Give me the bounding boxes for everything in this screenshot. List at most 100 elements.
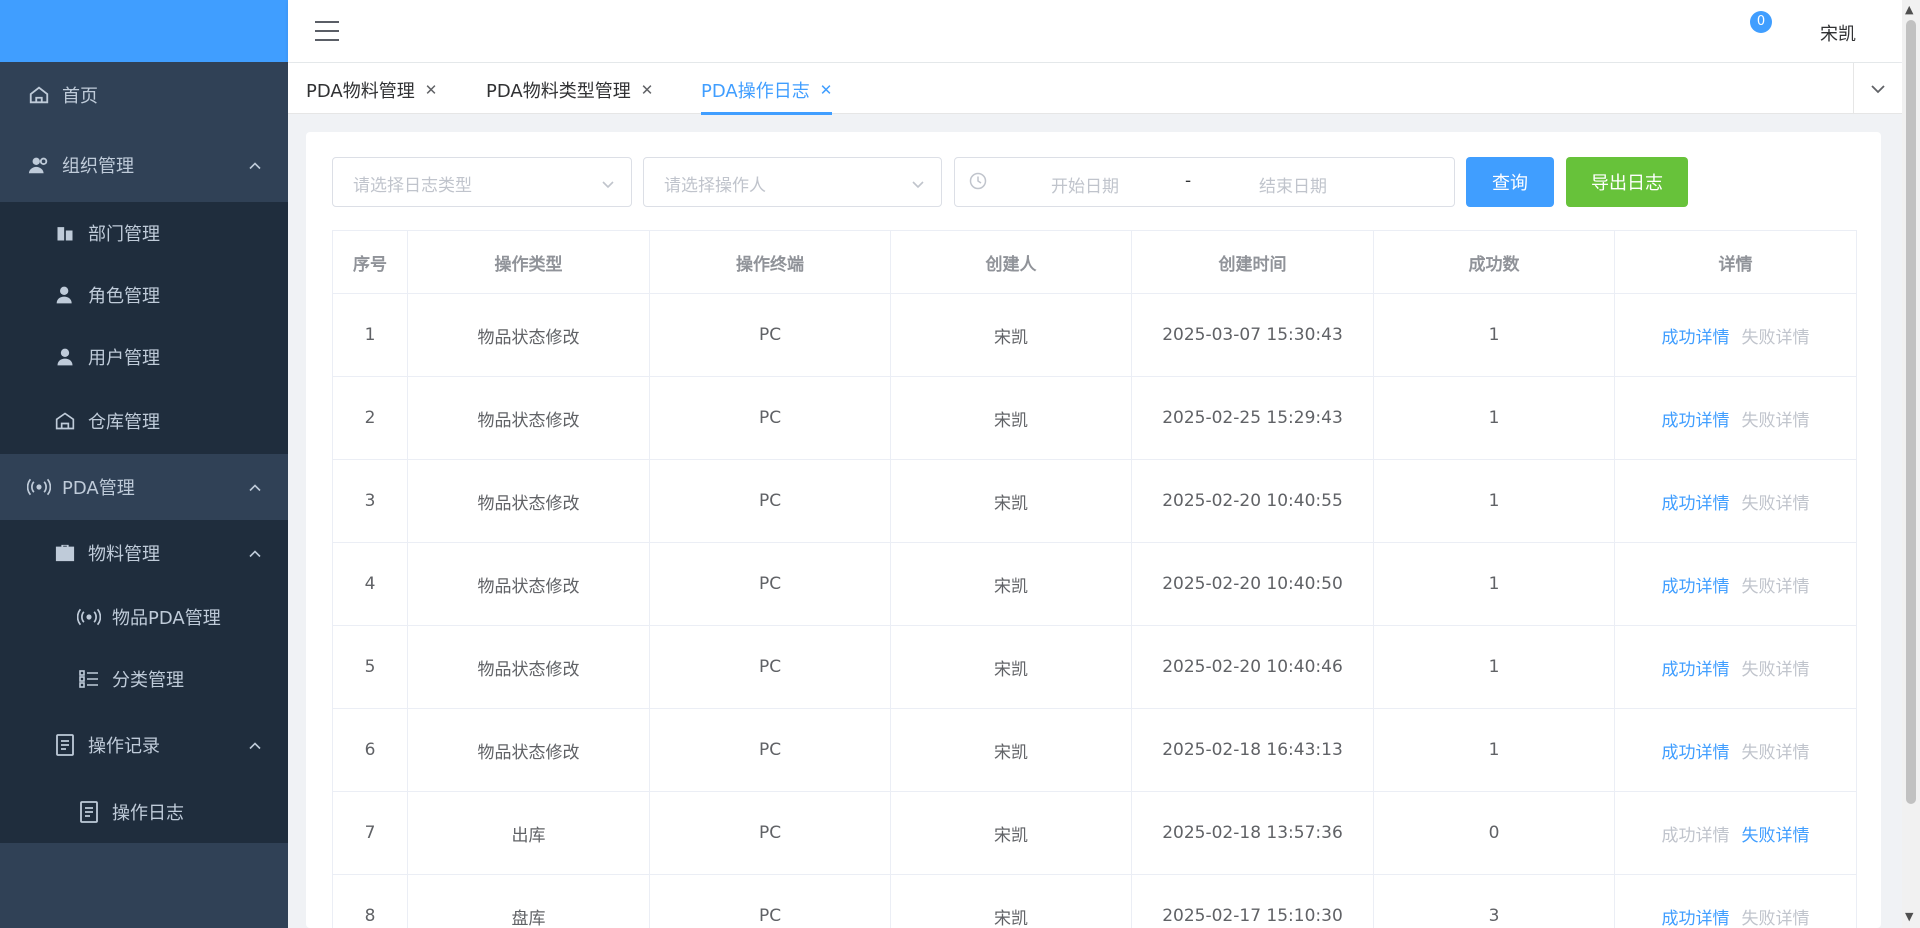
row-success-count: 1 bbox=[1373, 542, 1615, 626]
export-log-button[interactable]: 导出日志 bbox=[1566, 157, 1688, 207]
end-date-input[interactable]: 结束日期 bbox=[1259, 172, 1327, 197]
fail-detail-link: 失败详情 bbox=[1741, 659, 1810, 680]
column-header: 操作终端 bbox=[649, 230, 891, 294]
building-icon bbox=[52, 220, 78, 246]
success-detail-link[interactable]: 成功详情 bbox=[1662, 494, 1730, 514]
row-time: 2025-03-07 15:30:43 bbox=[1131, 293, 1374, 377]
close-icon[interactable]: ✕ bbox=[820, 81, 833, 99]
document-icon bbox=[76, 799, 102, 825]
operator-placeholder: 请选择操作人 bbox=[664, 176, 766, 196]
row-no: 7 bbox=[332, 791, 408, 875]
query-button[interactable]: 查询 bbox=[1466, 157, 1554, 207]
scroll-down-arrow-icon[interactable]: ▼ bbox=[1905, 910, 1913, 923]
row-terminal: PC bbox=[649, 625, 891, 709]
success-detail-link[interactable]: 成功详情 bbox=[1662, 328, 1730, 348]
sidebar-item-home[interactable]: 首页 bbox=[0, 62, 288, 128]
sidebar-item-operation-log[interactable]: 操作日志 bbox=[0, 780, 288, 843]
sidebar-item-item-pda[interactable]: 物品PDA管理 bbox=[0, 586, 288, 648]
sidebar-item-pda[interactable]: PDA管理 bbox=[0, 454, 288, 520]
row-type: 物品状态修改 bbox=[407, 708, 650, 792]
briefcase-icon bbox=[52, 540, 78, 566]
users-icon bbox=[26, 152, 52, 178]
top-navbar: 0 宋凯 bbox=[288, 0, 1902, 62]
operator-select[interactable]: 请选择操作人 bbox=[643, 157, 942, 207]
table-row: 4 物品状态修改 PC 宋凯 2025-02-20 10:40:50 1 成功详… bbox=[332, 542, 1857, 626]
user-icon bbox=[52, 344, 78, 370]
scroll-up-arrow-icon[interactable]: ▲ bbox=[1905, 3, 1913, 16]
sidebar-menu: 首页 组织管理 部门管理 角色管理 用户管理 仓库管理 PDA管理 物料管理 物… bbox=[0, 62, 288, 843]
row-success-count: 1 bbox=[1373, 293, 1615, 377]
row-success-count: 0 bbox=[1373, 791, 1615, 875]
row-no: 5 bbox=[332, 625, 408, 709]
list-icon bbox=[76, 666, 102, 692]
success-detail-link[interactable]: 成功详情 bbox=[1662, 577, 1730, 597]
sidebar-item-materials[interactable]: 物料管理 bbox=[0, 520, 288, 586]
tags-dropdown-button[interactable] bbox=[1853, 63, 1902, 113]
table-row: 5 物品状态修改 PC 宋凯 2025-02-20 10:40:46 1 成功详… bbox=[332, 625, 1857, 709]
document-icon bbox=[52, 732, 78, 758]
success-detail-link[interactable]: 成功详情 bbox=[1662, 660, 1730, 680]
sidebar-item-departments[interactable]: 部门管理 bbox=[0, 202, 288, 264]
start-date-input[interactable]: 开始日期 bbox=[1051, 172, 1119, 197]
row-no: 6 bbox=[332, 708, 408, 792]
tab-label: PDA物料类型管理 bbox=[486, 81, 631, 102]
row-creator: 宋凯 bbox=[890, 459, 1132, 543]
tab-pda-material-types[interactable]: PDA物料类型管理 ✕ bbox=[486, 77, 653, 103]
sidebar-item-organization[interactable]: 组织管理 bbox=[0, 128, 288, 202]
row-success-count: 3 bbox=[1373, 874, 1615, 928]
sidebar-item-operation-records[interactable]: 操作记录 bbox=[0, 710, 288, 780]
sidebar-item-label: 角色管理 bbox=[88, 286, 160, 307]
table-row: 7 出库 PC 宋凯 2025-02-18 13:57:36 0 成功详情 失败详… bbox=[332, 791, 1857, 875]
scrollbar-thumb[interactable] bbox=[1906, 20, 1916, 804]
row-terminal: PC bbox=[649, 874, 891, 928]
hamburger-menu-icon[interactable] bbox=[314, 20, 340, 46]
sidebar: 首页 组织管理 部门管理 角色管理 用户管理 仓库管理 PDA管理 物料管理 物… bbox=[0, 0, 288, 928]
sidebar-logo bbox=[0, 0, 288, 62]
row-time: 2025-02-20 10:40:55 bbox=[1131, 459, 1374, 543]
sidebar-item-roles[interactable]: 角色管理 bbox=[0, 264, 288, 326]
sidebar-item-label: 物品PDA管理 bbox=[112, 608, 221, 629]
row-no: 1 bbox=[332, 293, 408, 377]
row-time: 2025-02-17 15:10:30 bbox=[1131, 874, 1374, 928]
sidebar-item-label: 首页 bbox=[62, 86, 98, 107]
close-icon[interactable]: ✕ bbox=[425, 81, 438, 99]
row-terminal: PC bbox=[649, 791, 891, 875]
success-detail-link[interactable]: 成功详情 bbox=[1662, 743, 1730, 763]
sidebar-item-label: 操作日志 bbox=[112, 802, 184, 824]
row-details: 成功详情 失败详情 bbox=[1614, 874, 1857, 928]
sidebar-item-warehouse[interactable]: 仓库管理 bbox=[0, 388, 288, 454]
close-icon[interactable]: ✕ bbox=[641, 81, 654, 99]
sidebar-item-users[interactable]: 用户管理 bbox=[0, 326, 288, 388]
row-creator: 宋凯 bbox=[890, 376, 1132, 460]
chevron-up-icon bbox=[248, 155, 262, 176]
notification-badge: 0 bbox=[1750, 11, 1772, 33]
row-type: 物品状态修改 bbox=[407, 625, 650, 709]
vertical-scrollbar[interactable]: ▲ ▼ bbox=[1902, 0, 1920, 928]
tab-pda-operation-log[interactable]: PDA操作日志 ✕ bbox=[701, 77, 833, 115]
operation-log-table: 序号 操作类型 操作终端 创建人 创建时间 成功数 详情 1 物品状态修改 PC… bbox=[332, 230, 1857, 928]
user-role-icon bbox=[52, 282, 78, 308]
row-no: 3 bbox=[332, 459, 408, 543]
date-range-picker[interactable]: 开始日期 - 结束日期 bbox=[954, 157, 1455, 207]
row-details: 成功详情 失败详情 bbox=[1614, 459, 1857, 543]
success-detail-link[interactable]: 成功详情 bbox=[1662, 909, 1730, 928]
row-details: 成功详情 失败详情 bbox=[1614, 791, 1857, 875]
fail-detail-link: 失败详情 bbox=[1741, 576, 1810, 597]
row-creator: 宋凯 bbox=[890, 542, 1132, 626]
user-name[interactable]: 宋凯 bbox=[1820, 20, 1856, 46]
row-success-count: 1 bbox=[1373, 708, 1615, 792]
row-details: 成功详情 失败详情 bbox=[1614, 376, 1857, 460]
row-time: 2025-02-18 16:43:13 bbox=[1131, 708, 1374, 792]
fail-detail-link[interactable]: 失败详情 bbox=[1742, 826, 1810, 846]
sidebar-item-categories[interactable]: 分类管理 bbox=[0, 648, 288, 710]
row-terminal: PC bbox=[649, 376, 891, 460]
row-details: 成功详情 失败详情 bbox=[1614, 708, 1857, 792]
row-creator: 宋凯 bbox=[890, 625, 1132, 709]
table-row: 1 物品状态修改 PC 宋凯 2025-03-07 15:30:43 1 成功详… bbox=[332, 293, 1857, 377]
log-type-select[interactable]: 请选择日志类型 bbox=[332, 157, 632, 207]
date-separator: - bbox=[1185, 171, 1192, 191]
tab-pda-materials[interactable]: PDA物料管理 ✕ bbox=[306, 77, 437, 103]
chevron-down-icon bbox=[911, 175, 925, 195]
success-detail-link[interactable]: 成功详情 bbox=[1662, 411, 1730, 431]
column-header: 成功数 bbox=[1373, 230, 1615, 294]
